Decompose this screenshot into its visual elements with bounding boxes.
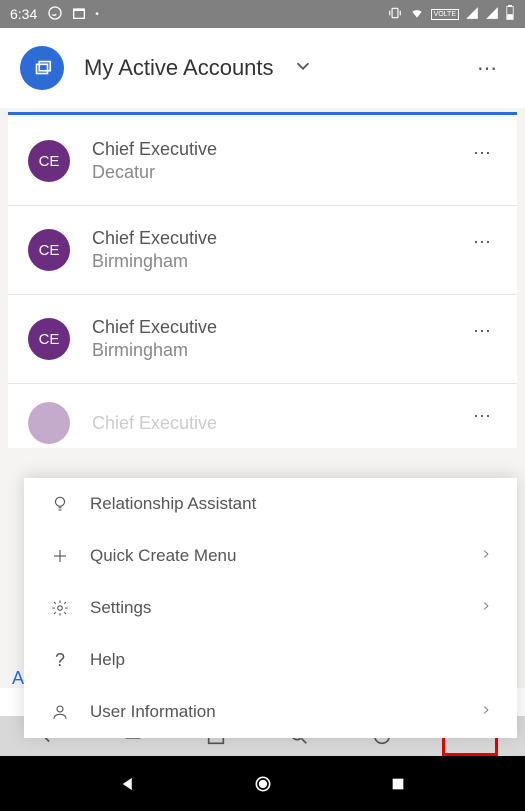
item-more-button[interactable]: ⋯ xyxy=(469,317,497,346)
lightbulb-icon xyxy=(48,492,72,516)
list-item-partial[interactable]: Chief Executive ⋯ xyxy=(8,384,517,448)
avatar xyxy=(28,402,70,444)
menu-item-quickcreate[interactable]: Quick Create Menu xyxy=(24,530,517,582)
menu-item-userinfo[interactable]: User Information xyxy=(24,686,517,738)
item-title: Chief Executive xyxy=(92,228,469,249)
item-more-button[interactable]: ⋯ xyxy=(469,139,497,168)
item-title: Chief Executive xyxy=(92,139,469,160)
item-more-button[interactable]: ⋯ xyxy=(469,402,497,431)
item-more-button[interactable]: ⋯ xyxy=(469,228,497,257)
avatar: CE xyxy=(28,229,70,271)
highlight-bar xyxy=(8,112,517,115)
question-icon: ? xyxy=(48,648,72,672)
header: My Active Accounts ⋯ xyxy=(0,28,525,108)
calendar-icon xyxy=(71,5,87,24)
menu-label: Quick Create Menu xyxy=(90,546,479,566)
page-title[interactable]: My Active Accounts xyxy=(84,55,274,81)
nav-home-button[interactable] xyxy=(251,772,275,796)
chevron-right-icon xyxy=(479,598,493,618)
header-more-button[interactable]: ⋯ xyxy=(471,50,505,87)
chevron-down-icon[interactable] xyxy=(292,55,314,82)
menu-item-help[interactable]: ? Help xyxy=(24,634,517,686)
list-item[interactable]: CE Chief Executive Birmingham ⋯ xyxy=(8,295,517,384)
dot-icon: • xyxy=(95,9,99,20)
chevron-right-icon xyxy=(479,546,493,566)
accounts-icon[interactable] xyxy=(20,46,64,90)
menu-label: User Information xyxy=(90,702,479,722)
gear-icon xyxy=(48,596,72,620)
chevron-right-icon xyxy=(479,702,493,722)
item-subtitle: Birmingham xyxy=(92,340,469,361)
menu-item-settings[interactable]: Settings xyxy=(24,582,517,634)
menu-label: Settings xyxy=(90,598,479,618)
avatar: CE xyxy=(28,140,70,182)
list-item[interactable]: CE Chief Executive Birmingham ⋯ xyxy=(8,206,517,295)
vibrate-icon xyxy=(387,6,403,23)
list-container: CE Chief Executive Decatur ⋯ CE Chief Ex… xyxy=(0,108,525,688)
signal-icon-2 xyxy=(485,6,499,23)
whatsapp-icon xyxy=(47,5,63,24)
item-title: Chief Executive xyxy=(92,317,469,338)
battery-icon xyxy=(505,5,515,24)
item-subtitle: Decatur xyxy=(92,162,469,183)
volte-icon: VOLTE xyxy=(431,9,459,20)
item-subtitle: Birmingham xyxy=(92,251,469,272)
plus-icon xyxy=(48,544,72,568)
menu-label: Relationship Assistant xyxy=(90,494,493,514)
menu-label: Help xyxy=(90,650,493,670)
nav-back-button[interactable] xyxy=(116,772,140,796)
android-nav-bar xyxy=(0,756,525,811)
person-icon xyxy=(48,700,72,724)
status-time: 6:34 xyxy=(10,6,37,22)
wifi-icon xyxy=(409,6,425,23)
letter-indicator: A xyxy=(12,668,24,689)
list-item[interactable]: CE Chief Executive Decatur ⋯ xyxy=(8,117,517,206)
menu-item-relationship[interactable]: Relationship Assistant xyxy=(24,478,517,530)
signal-icon xyxy=(465,6,479,23)
status-bar: 6:34 • VOLTE xyxy=(0,0,525,28)
popup-menu: Relationship Assistant Quick Create Menu… xyxy=(24,478,517,738)
nav-recent-button[interactable] xyxy=(386,772,410,796)
item-title: Chief Executive xyxy=(92,413,217,434)
avatar: CE xyxy=(28,318,70,360)
